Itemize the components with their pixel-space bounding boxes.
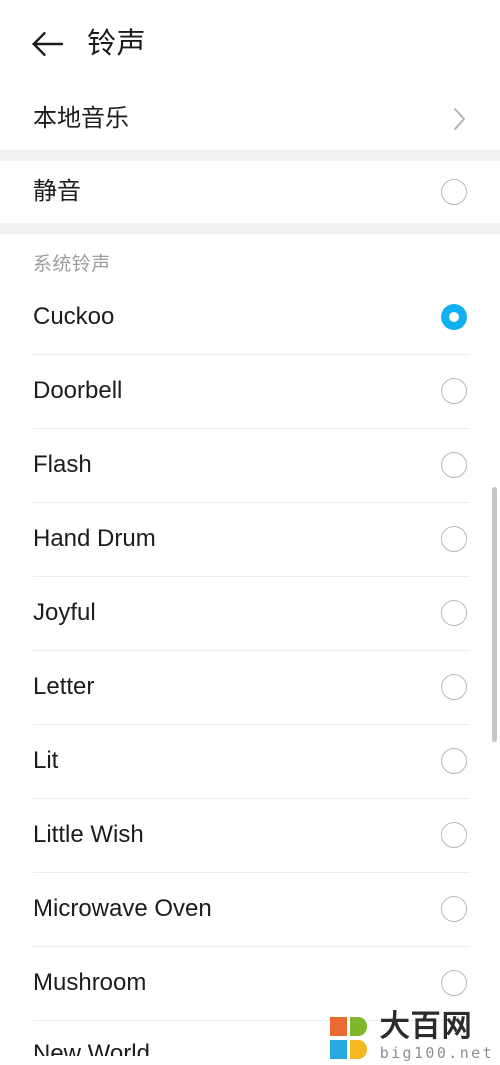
- back-button[interactable]: [31, 27, 65, 61]
- section-divider-band-2: [0, 223, 500, 234]
- section-header-system-ringtones: 系统铃声: [0, 234, 500, 280]
- ringtone-item[interactable]: Little Wish: [0, 798, 500, 872]
- ringtone-label: Joyful: [33, 599, 96, 626]
- ringtone-radio[interactable]: [441, 378, 467, 404]
- ringtone-label: Lit: [33, 747, 59, 774]
- ringtone-item[interactable]: Doorbell: [0, 354, 500, 428]
- ringtone-radio[interactable]: [441, 452, 467, 478]
- ringtone-radio[interactable]: [441, 600, 467, 626]
- chevron-right-icon: [445, 108, 467, 130]
- ringtone-radio[interactable]: [441, 970, 467, 996]
- ringtone-label: Little Wish: [33, 821, 144, 848]
- ringtone-item[interactable]: Mushroom: [0, 946, 500, 1020]
- ringtone-label: Cuckoo: [33, 303, 115, 330]
- ringtone-item[interactable]: Microwave Oven: [0, 872, 500, 946]
- ringtone-radio[interactable]: [441, 674, 467, 700]
- ringtone-radio[interactable]: [441, 822, 467, 848]
- silent-label: 静音: [33, 178, 81, 205]
- ringtone-radio-selected[interactable]: [441, 304, 467, 330]
- ringtone-label: Doorbell: [33, 377, 123, 404]
- ringtone-label: Letter: [33, 673, 95, 700]
- ringtone-item[interactable]: Hand Drum: [0, 502, 500, 576]
- scrollbar-thumb[interactable]: [492, 487, 497, 742]
- page-title: 铃声: [87, 27, 147, 60]
- ringtone-label: Microwave Oven: [33, 895, 212, 922]
- local-music-label: 本地音乐: [33, 105, 129, 132]
- arrow-left-icon: [32, 31, 64, 57]
- ringtone-item[interactable]: New World: [0, 1020, 500, 1056]
- silent-radio[interactable]: [441, 179, 467, 205]
- titlebar: 铃声: [0, 0, 500, 88]
- ringtone-settings-screen: 铃声 本地音乐 静音 系统铃声 Cuckoo Doorbell Flash Hand …: [0, 0, 500, 1065]
- scrollbar[interactable]: [492, 487, 497, 742]
- section-header-label: 系统铃声: [33, 254, 111, 275]
- ringtone-list: Cuckoo Doorbell Flash Hand Drum Joyful Letter…: [0, 280, 500, 1056]
- ringtone-item[interactable]: Lit: [0, 724, 500, 798]
- ringtone-label: Mushroom: [33, 969, 147, 996]
- section-divider-band-1: [0, 150, 500, 161]
- ringtone-label: Hand Drum: [33, 525, 156, 552]
- ringtone-label: Flash: [33, 451, 92, 478]
- ringtone-radio[interactable]: [441, 526, 467, 552]
- ringtone-radio[interactable]: [441, 748, 467, 774]
- ringtone-item[interactable]: Joyful: [0, 576, 500, 650]
- ringtone-item[interactable]: Flash: [0, 428, 500, 502]
- ringtone-label: New World: [33, 1040, 150, 1057]
- row-local-music[interactable]: 本地音乐: [0, 88, 500, 150]
- ringtone-radio[interactable]: [441, 896, 467, 922]
- ringtone-item[interactable]: Letter: [0, 650, 500, 724]
- row-silent[interactable]: 静音: [0, 161, 500, 223]
- ringtone-item[interactable]: Cuckoo: [0, 280, 500, 354]
